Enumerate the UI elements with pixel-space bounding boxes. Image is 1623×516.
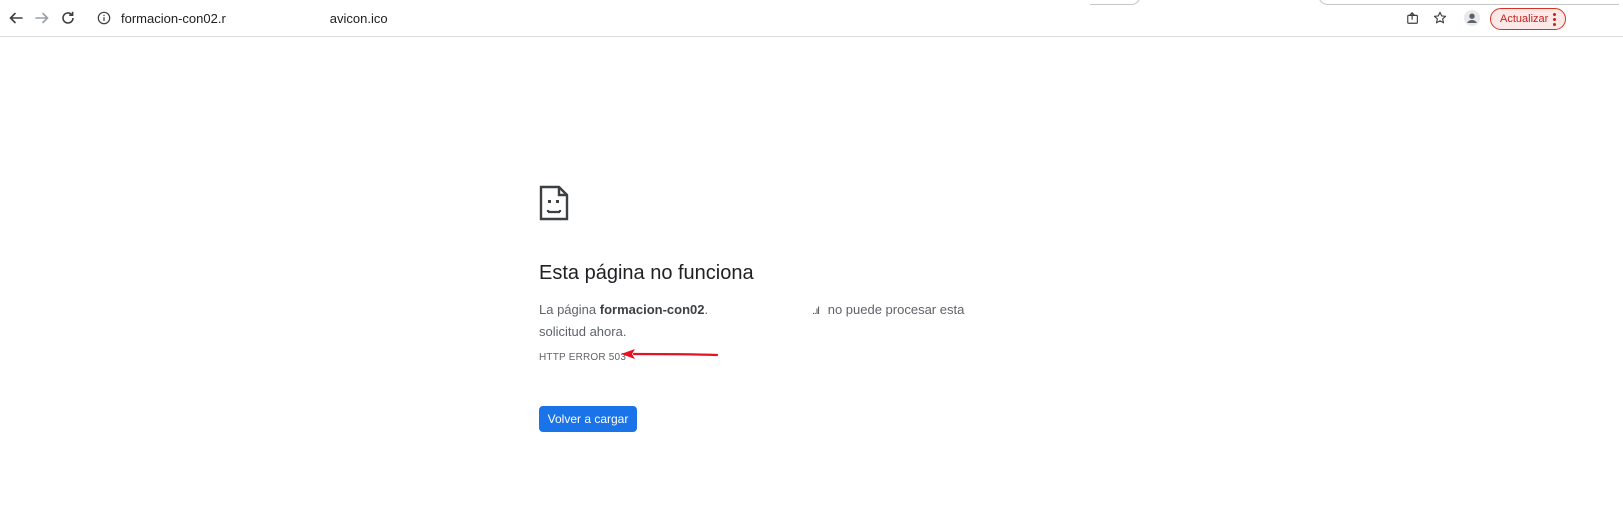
arrow-left-icon — [9, 12, 23, 24]
reload-icon — [62, 11, 74, 24]
share-icon — [1407, 11, 1418, 24]
share-button[interactable] — [1405, 8, 1421, 28]
browser-toolbar: formacion-con02.r avicon.ico Actualizar — [0, 0, 1623, 37]
address-bar[interactable]: formacion-con02.r avicon.ico — [90, 4, 1090, 32]
sad-page-icon — [539, 185, 569, 221]
desc-host-tail: ..ıl — [812, 306, 820, 317]
reload-button[interactable] — [58, 8, 78, 28]
info-icon[interactable] — [96, 10, 112, 26]
reload-page-button[interactable]: Volver a cargar — [539, 406, 637, 432]
url-host: formacion-con02.r — [121, 10, 226, 26]
error-content: Esta página no funciona La página formac… — [539, 185, 1019, 363]
profile-button[interactable] — [1462, 8, 1482, 28]
host-redacted-segment — [708, 306, 812, 316]
update-button-label: Actualizar — [1500, 13, 1549, 25]
back-button[interactable] — [6, 8, 26, 28]
url-redacted-segment — [225, 11, 330, 25]
error-code: HTTP ERROR 503 — [539, 352, 627, 363]
tab-strip-edge-left — [1090, 0, 1141, 5]
url-path: avicon.ico — [329, 10, 388, 26]
more-vertical-icon — [1553, 13, 1556, 26]
red-arrow — [621, 349, 719, 359]
desc-prefix: La página — [539, 302, 600, 317]
page-title: Esta página no funciona — [539, 262, 754, 284]
arrow-right-icon — [35, 12, 49, 24]
tab-strip-edge-right — [1318, 0, 1619, 5]
error-description: La página formacion-con02. ..ıl no puede … — [539, 300, 1009, 342]
forward-button[interactable] — [32, 8, 52, 28]
bookmark-button[interactable] — [1432, 8, 1448, 28]
profile-icon — [1463, 9, 1481, 27]
star-icon — [1433, 11, 1447, 24]
desc-host: formacion-con02 — [599, 302, 705, 317]
update-button[interactable]: Actualizar — [1490, 8, 1566, 30]
